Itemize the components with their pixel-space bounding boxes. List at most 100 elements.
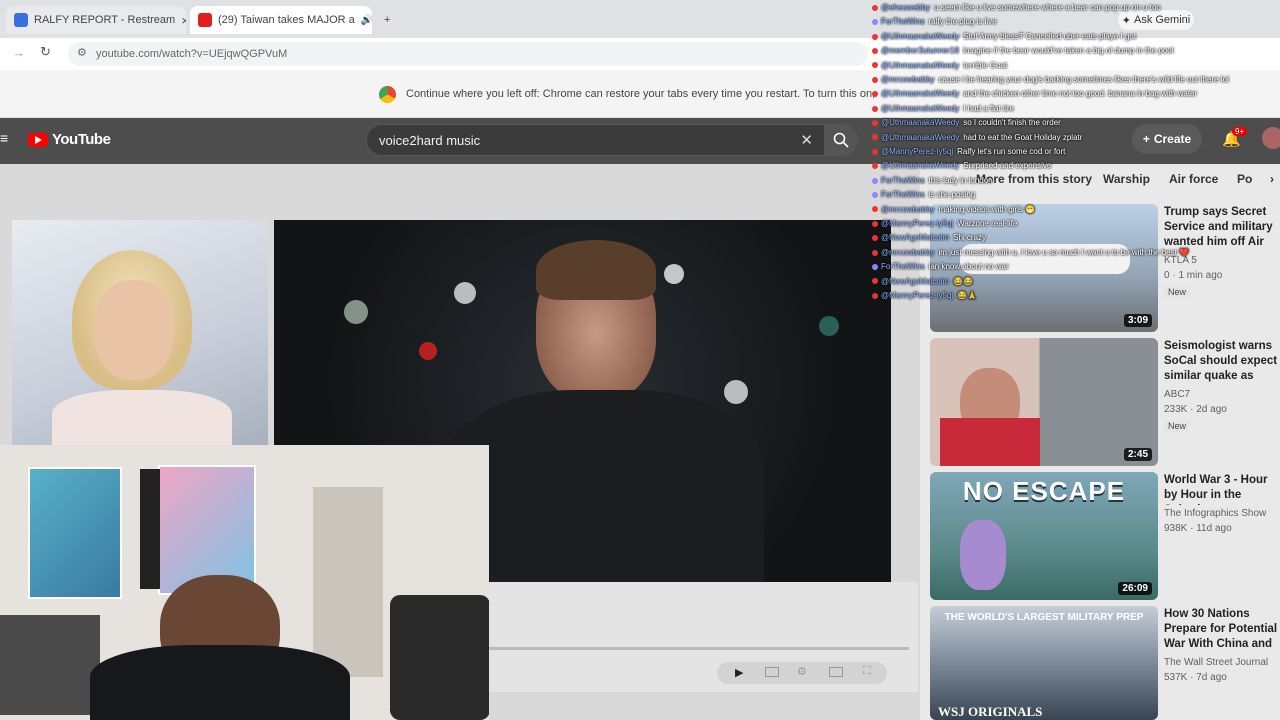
progress-bar[interactable]: [489, 647, 909, 650]
video-meta: 537K · 7d ago: [1164, 672, 1227, 683]
video-duration: 3:09: [1123, 314, 1152, 327]
chat-text: 😂🙏: [957, 291, 978, 300]
video-thumbnail[interactable]: THE WORLD'S LARGEST MILITARY PREP WSJ OR…: [930, 606, 1158, 720]
new-tab-button[interactable]: +: [376, 6, 404, 34]
video-title[interactable]: How 30 Nations Prepare for Potential War…: [1164, 607, 1280, 652]
chat-message: @UthmaanakaWeedy terrible Goat: [872, 61, 1007, 71]
doorway: [313, 487, 383, 677]
tab-title: (29) Taiwan takes MAJOR a: [218, 14, 355, 26]
chat-username: @member3utunner18: [881, 46, 959, 56]
chat-text: Imagine if the bear would've taken a big…: [962, 46, 1174, 56]
speaker-icon[interactable]: 🔊: [361, 15, 372, 26]
chat-text: Ralfy let's run some cod or fort: [957, 147, 1066, 156]
youtube-logo[interactable]: YouTube: [28, 131, 111, 148]
chat-text: is she posing: [928, 190, 976, 200]
platform-icon: [872, 235, 878, 242]
thumbnail-text: NO ESCAPE: [962, 476, 1126, 506]
gaming-chair: [390, 595, 489, 720]
chat-username: @UthmaanakaWeedy: [881, 31, 960, 41]
video-title[interactable]: World War 3 - Hour by Hour in the Suburb…: [1164, 473, 1280, 505]
championship-belt: [140, 469, 160, 589]
chrome-icon: [379, 86, 396, 103]
menu-icon[interactable]: ≡: [0, 130, 8, 146]
anchor-face: [94, 280, 174, 380]
chat-username: @MannyPerez-iy5qj: [881, 219, 954, 228]
tab-youtube[interactable]: (29) Taiwan takes MAJOR a 🔊 ×: [190, 6, 372, 34]
chat-message: @member3utunner18 Imagine if the bear wou…: [872, 46, 1174, 56]
chat-message: @MannyPerez-iy5qj Warzone real-life: [872, 219, 1017, 229]
video-thumbnail[interactable]: 2:45: [930, 338, 1158, 466]
video-title[interactable]: Seismologist warns SoCal should expect s…: [1164, 339, 1280, 384]
fullscreen-icon[interactable]: ⛶: [863, 665, 871, 678]
new-badge: New: [1164, 420, 1191, 432]
youtube-logo-text: YouTube: [52, 131, 111, 148]
bokeh-light: [819, 316, 839, 336]
video-channel[interactable]: ABC7: [1164, 389, 1280, 400]
chat-username: @mrcowbabby: [881, 75, 935, 84]
chat-text: cause i be hearing your dog's barking so…: [938, 75, 1229, 84]
site-info-icon[interactable]: ⚙: [77, 46, 87, 59]
platform-icon: [872, 206, 878, 213]
chat-text: Warzone real-life: [957, 219, 1018, 228]
restore-message: Continue where you left off: Chrome can …: [406, 88, 876, 100]
platform-icon: [872, 134, 878, 141]
thumbnail-text: THE WORLD'S LARGEST MILITARY PREP: [944, 612, 1144, 623]
close-tab-icon[interactable]: ×: [181, 13, 186, 28]
reporter-hair: [536, 240, 656, 300]
search-button[interactable]: [824, 124, 858, 156]
chat-message: @UthmaanakaWeedy Stuf Army blessT Cancell…: [872, 32, 1136, 42]
miniplayer-icon[interactable]: [829, 667, 843, 677]
video-thumbnail[interactable]: NO ESCAPE 26:09: [930, 472, 1158, 600]
video-channel[interactable]: The Wall Street Journal: [1164, 657, 1280, 668]
url-bar[interactable]: ⚙ youtube.com/watch?v=UEjqwQGPVuM: [68, 42, 868, 66]
stream-chat-overlay: @eheuwebby u seem like u live somewhere w…: [868, 0, 1280, 305]
chat-message: @mrcowbabby making videos with girls 😁: [872, 205, 1035, 215]
chat-message: @NewAgeMalcolm Shi crazy: [872, 233, 986, 243]
chat-text: had to eat the Goat Holiday zplatr: [963, 132, 1083, 142]
subtitles-icon[interactable]: [765, 667, 779, 677]
chat-text: making videos with girls 😁: [938, 204, 1036, 214]
clear-search-icon[interactable]: ✕: [800, 131, 813, 149]
chat-username: @NewAgeMalcolm: [881, 276, 950, 286]
webcam-overlay: [0, 445, 489, 720]
chat-username: @UthmaanakaWeedy: [881, 103, 960, 113]
youtube-icon: [198, 13, 212, 27]
chat-message: ForTheWins ian know about no war: [872, 262, 1009, 272]
chat-text: u seem like u live somewhere where a bea…: [934, 3, 1161, 12]
chat-username: @MannyPerez-iy5qj: [881, 291, 954, 300]
platform-icon: [872, 120, 878, 127]
search-input[interactable]: voice2hard music ✕: [366, 124, 826, 156]
chat-message: @UthmaanakaWeedy so I couldn't finish the…: [872, 118, 1061, 128]
forward-icon[interactable]: →: [12, 45, 25, 60]
chat-username: @MannyPerez-iy5qj: [881, 147, 954, 156]
chat-text: ralfy the plug is live: [928, 17, 997, 27]
video-channel[interactable]: The Infographics Show: [1164, 508, 1280, 519]
settings-icon[interactable]: ⚙: [797, 665, 807, 678]
video-duration: 2:45: [1123, 448, 1152, 461]
platform-icon: [872, 33, 878, 40]
reporter-jacket: [444, 390, 764, 582]
couch: [0, 615, 100, 715]
search-query: voice2hard music: [379, 132, 481, 148]
chat-message: @mrcowbabby cause i be hearing your dog's…: [872, 75, 1229, 85]
youtube-logo-icon: [28, 132, 48, 147]
chat-message: ForTheWins is she posing: [872, 190, 975, 200]
chat-message: @UthmaanakaWeedy I had a flat tire: [872, 104, 1014, 114]
chat-text: Shi crazy: [953, 233, 987, 243]
chat-message: ForTheWins ralfy the plug is live: [872, 17, 997, 27]
chat-username: @UthmaanakaWeedy: [881, 89, 960, 99]
restream-icon: [14, 13, 28, 27]
chat-username: ForTheWins: [881, 175, 925, 185]
chat-message: ForTheWins this lady in london: [872, 176, 993, 186]
platform-icon: [872, 278, 878, 285]
platform-icon: [872, 220, 878, 227]
play-icon[interactable]: ▶: [735, 666, 743, 679]
bokeh-light: [419, 342, 437, 360]
tab-restream[interactable]: RALFY REPORT - Restream ×: [6, 6, 186, 34]
video-duration: 26:09: [1118, 582, 1152, 595]
reload-icon[interactable]: ↻: [40, 44, 51, 60]
chat-text: Surprised and expensive: [963, 161, 1052, 171]
chat-message: @MannyPerez-iy5qj Ralfy let's run some co…: [872, 147, 1065, 157]
platform-icon: [872, 264, 878, 271]
chat-message: @MannyPerez-iy5qj 😂🙏: [872, 291, 977, 301]
